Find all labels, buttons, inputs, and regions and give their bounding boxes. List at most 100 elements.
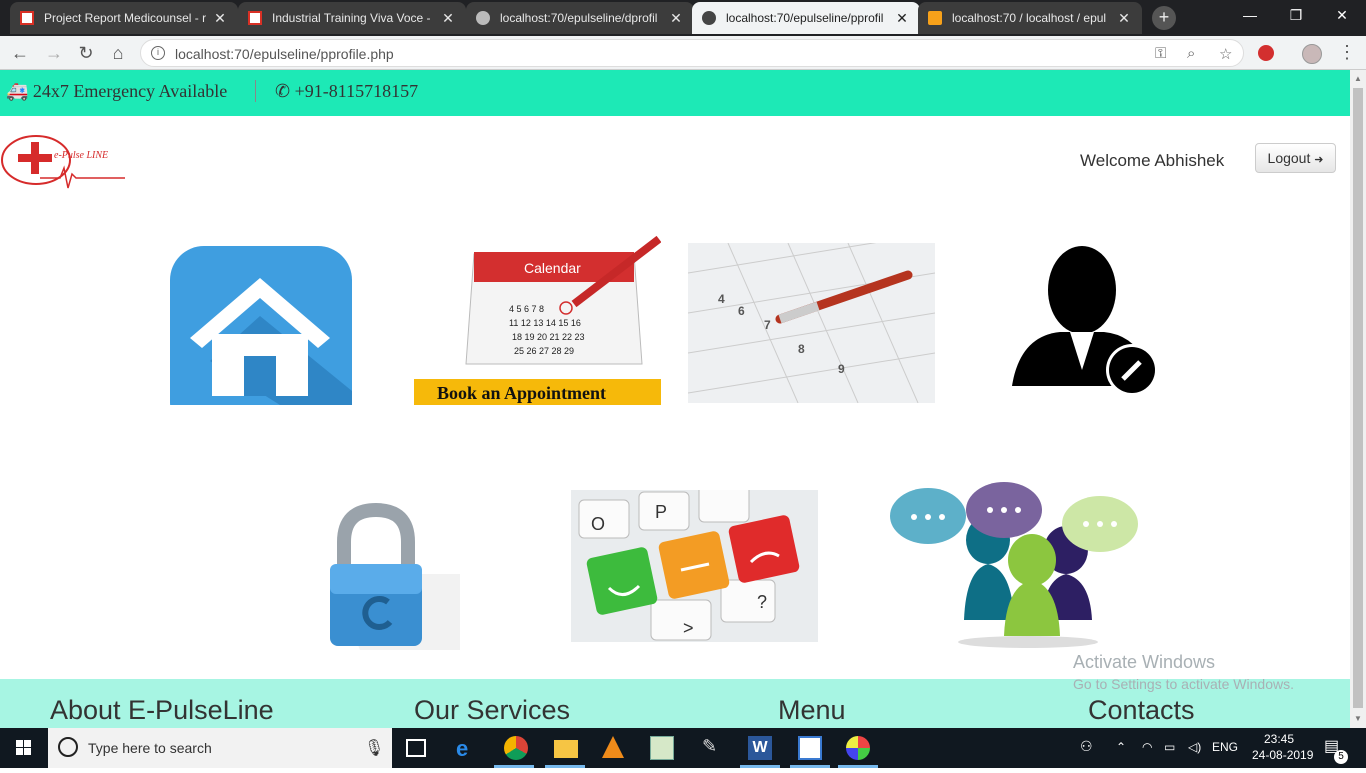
- tab-title: localhost:70/epulseline/pprofil: [726, 11, 884, 25]
- paint-icon[interactable]: [846, 736, 870, 760]
- calendar-label: Calendar: [524, 260, 581, 276]
- svg-text:P: P: [655, 502, 667, 522]
- close-window-button[interactable]: ✕: [1322, 4, 1362, 26]
- home-tile[interactable]: [170, 246, 352, 405]
- tab-close-icon[interactable]: ✕: [1116, 10, 1132, 27]
- chat-tile[interactable]: [888, 480, 1140, 650]
- tab-title: Industrial Training Viva Voce -: [272, 11, 431, 25]
- page-scrollbar[interactable]: ▲ ▼: [1350, 70, 1366, 728]
- language-indicator[interactable]: ENG: [1212, 740, 1238, 754]
- clock-date[interactable]: 24-08-2019: [1252, 748, 1313, 762]
- vlc-icon[interactable]: [602, 736, 624, 758]
- scroll-down-arrow-icon[interactable]: ▼: [1354, 714, 1362, 723]
- browser-tab-1[interactable]: Project Report Medicounsel - r ✕: [10, 2, 238, 34]
- activate-windows-title: Activate Windows: [1073, 652, 1216, 672]
- globe-icon: [476, 11, 490, 25]
- browser-toolbar: ← → ↻ ⌂ i localhost:70/epulseline/pprofi…: [0, 36, 1366, 70]
- address-url[interactable]: localhost:70/epulseline/pprofile.php: [175, 46, 394, 62]
- menu-kebab-icon[interactable]: ⋮: [1338, 42, 1356, 63]
- svg-text:25 26 27 28 29: 25 26 27 28 29: [514, 346, 574, 356]
- taskbar-search[interactable]: Type here to search 🎙: [48, 728, 392, 768]
- extension-icon[interactable]: [1258, 45, 1274, 61]
- start-button[interactable]: [0, 728, 48, 768]
- battery-icon[interactable]: ▭: [1164, 740, 1175, 754]
- scrollbar-thumb[interactable]: [1353, 88, 1363, 708]
- new-tab-button[interactable]: +: [1152, 6, 1176, 30]
- logout-button[interactable]: Logout ➜: [1255, 143, 1336, 173]
- tray-expand-icon[interactable]: ⌃: [1116, 740, 1126, 754]
- task-view-icon[interactable]: [406, 739, 426, 757]
- tab-close-icon[interactable]: ✕: [440, 10, 456, 27]
- tab-close-icon[interactable]: ✕: [894, 10, 910, 27]
- footer-services-heading: Our Services: [414, 695, 571, 725]
- lock-refresh-icon: [330, 502, 460, 650]
- activate-windows-subtitle: Go to Settings to activate Windows.: [1073, 676, 1294, 692]
- back-icon[interactable]: ←: [8, 41, 32, 65]
- svg-text:?: ?: [757, 592, 767, 612]
- edge-icon[interactable]: e: [456, 736, 480, 761]
- key-icon[interactable]: ⚿: [1155, 45, 1166, 62]
- notification-count-badge: 5: [1334, 750, 1348, 764]
- wifi-icon[interactable]: ◠: [1142, 740, 1152, 754]
- phone-info: ✆ +91-8115718157: [275, 81, 418, 102]
- file-explorer-icon[interactable]: [554, 740, 578, 758]
- volume-icon[interactable]: ◁): [1188, 740, 1201, 754]
- restore-button[interactable]: ❐: [1276, 4, 1316, 26]
- phone-number: +91-8115718157: [294, 81, 419, 101]
- svg-text:O: O: [591, 514, 605, 534]
- footer-menu-heading: Menu: [778, 695, 846, 725]
- windows-logo-icon: [16, 740, 31, 755]
- address-bar[interactable]: i localhost:70/epulseline/pprofile.php ⚿…: [140, 39, 1244, 67]
- chrome-icon[interactable]: [504, 736, 528, 760]
- browser-tab-2[interactable]: Industrial Training Viva Voce - ✕: [238, 2, 466, 34]
- book-appointment-tile[interactable]: Calendar 4 5 6 7 8 11 12 13 14 15 16 18 …: [414, 234, 661, 405]
- svg-text:6: 6: [738, 304, 745, 318]
- emergency-bar: 🚑 24x7 Emergency Available ✆ +91-8115718…: [0, 70, 1350, 116]
- appointments-tile[interactable]: 46 7 8 9: [688, 243, 935, 403]
- svg-text:11 12 13 14 15 16: 11 12 13 14 15 16: [509, 318, 581, 328]
- zoom-icon[interactable]: ⌕: [1187, 45, 1195, 62]
- tab-close-icon[interactable]: ✕: [212, 10, 228, 27]
- taskbar-search-placeholder[interactable]: Type here to search: [88, 740, 212, 756]
- scroll-up-arrow-icon[interactable]: ▲: [1354, 74, 1362, 83]
- photos-icon[interactable]: [798, 736, 822, 760]
- epulseline-logo[interactable]: e-Pulse LINE: [0, 132, 130, 192]
- profile-avatar[interactable]: [1302, 44, 1322, 64]
- edit-profile-tile[interactable]: [1010, 240, 1162, 396]
- microphone-icon[interactable]: 🎙: [364, 738, 384, 758]
- gmail-icon: [248, 11, 262, 25]
- browser-tab-5[interactable]: localhost:70 / localhost / epul ✕: [918, 2, 1142, 34]
- word-icon[interactable]: W: [748, 736, 772, 760]
- house-icon: [170, 246, 352, 405]
- user-edit-icon: [1012, 246, 1158, 396]
- pen-icon[interactable]: ✎: [702, 736, 726, 760]
- feedback-keyboard-icon: O P? >: [578, 490, 800, 641]
- footer-contacts-heading: Contacts: [1088, 695, 1195, 725]
- browser-tab-3[interactable]: localhost:70/epulseline/dprofil ✕: [466, 2, 694, 34]
- forward-icon[interactable]: →: [42, 41, 66, 65]
- home-icon[interactable]: ⌂: [106, 41, 130, 65]
- clock-time[interactable]: 23:45: [1264, 732, 1294, 746]
- browser-tab-4-active[interactable]: localhost:70/epulseline/pprofil ✕: [692, 2, 920, 34]
- cortana-icon: [58, 737, 78, 757]
- emergency-info: 🚑 24x7 Emergency Available: [6, 81, 227, 102]
- browser-tab-strip: Project Report Medicounsel - r ✕ Industr…: [0, 0, 1366, 36]
- page-content: 🚑 24x7 Emergency Available ✆ +91-8115718…: [0, 70, 1350, 728]
- svg-text:7: 7: [764, 318, 771, 332]
- people-icon[interactable]: ⚇: [1080, 738, 1093, 755]
- minimize-button[interactable]: —: [1230, 4, 1270, 26]
- notepad-chart-icon[interactable]: [650, 736, 674, 760]
- feedback-tile[interactable]: O P? >: [571, 490, 818, 642]
- footer-about-heading: About E-PulseLine: [50, 695, 274, 725]
- site-info-icon[interactable]: i: [151, 46, 165, 60]
- gmail-icon: [20, 11, 34, 25]
- chat-people-icon: [890, 482, 1138, 648]
- svg-text:4 5 6 7 8: 4 5 6 7 8: [509, 304, 544, 314]
- calendar-pen-icon: 46 7 8 9: [688, 243, 935, 403]
- change-password-tile[interactable]: [320, 502, 460, 650]
- reload-icon[interactable]: ↻: [74, 41, 98, 65]
- logout-icon: ➜: [1314, 154, 1324, 166]
- welcome-message: Welcome Abhishek: [1080, 151, 1225, 170]
- tab-close-icon[interactable]: ✕: [668, 10, 684, 27]
- bookmark-star-icon[interactable]: ☆: [1219, 45, 1232, 63]
